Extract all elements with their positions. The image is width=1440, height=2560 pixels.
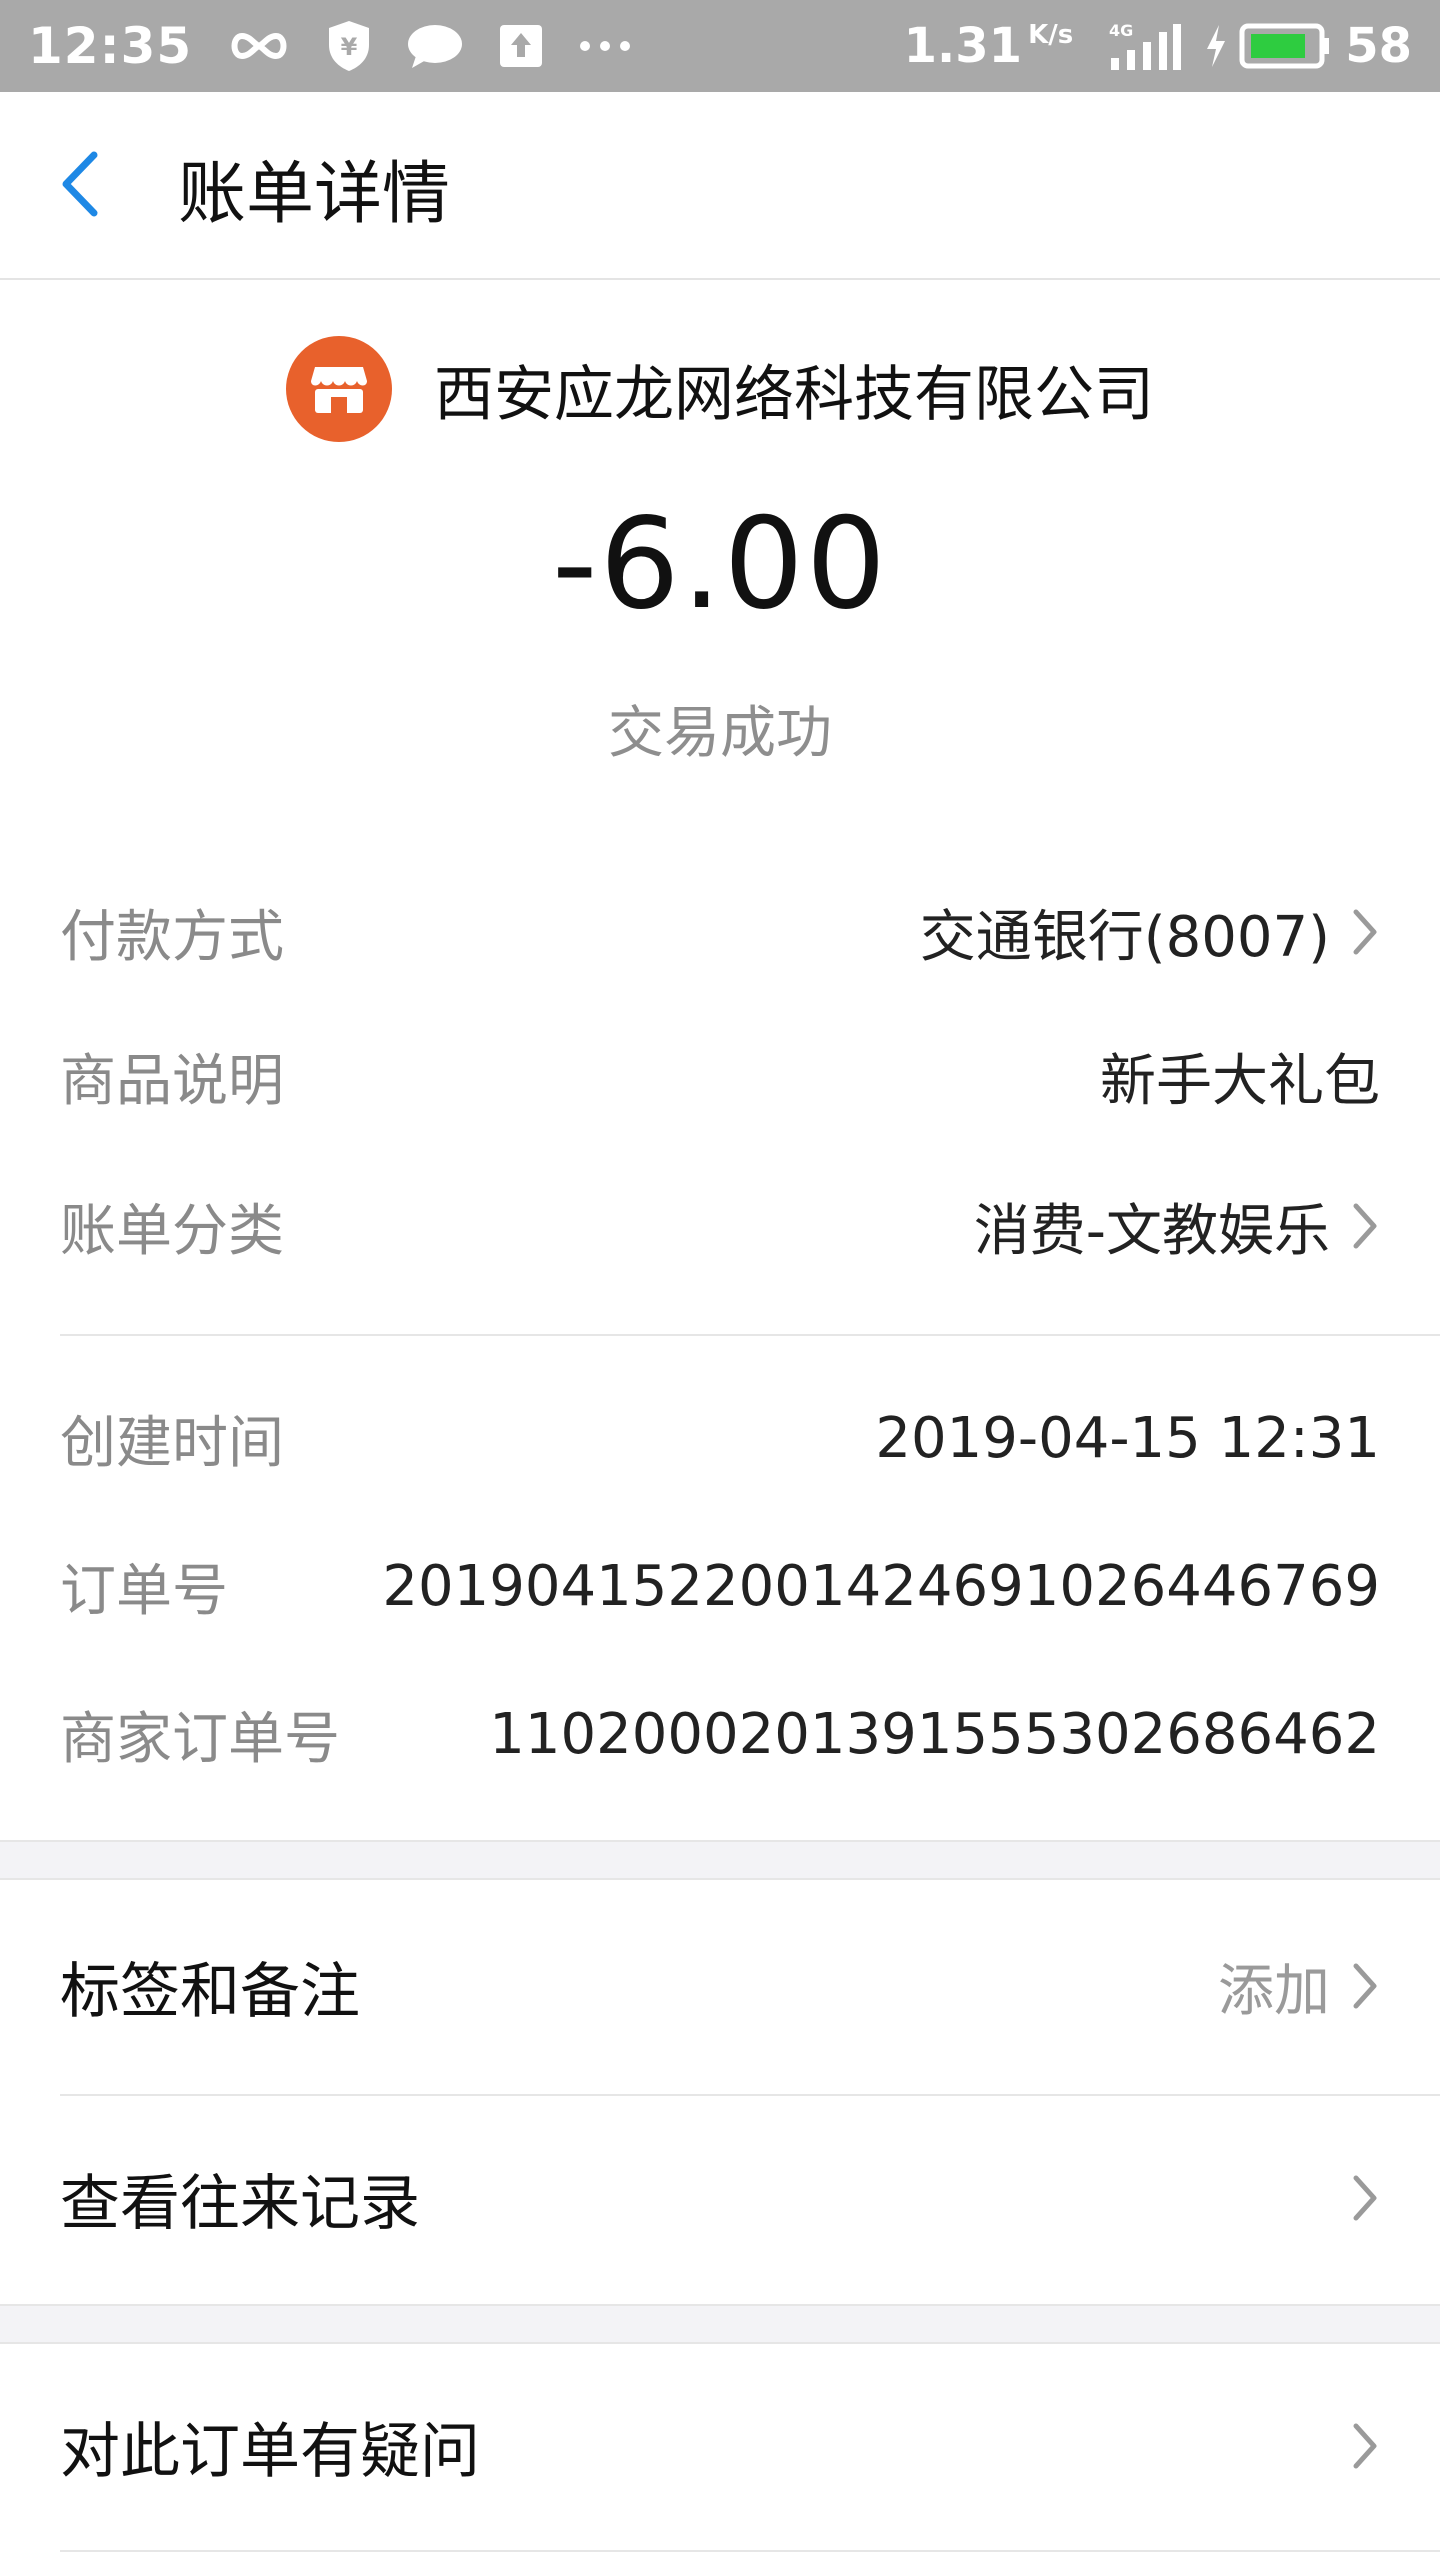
charging-icon: [1203, 23, 1229, 69]
view-history-row[interactable]: 查看往来记录: [60, 2148, 1380, 2248]
merchant-name: 西安应龙网络科技有限公司: [434, 359, 1154, 430]
network-speed: 1.31 K/s: [903, 18, 1074, 74]
chevron-right-icon: [1350, 2172, 1380, 2224]
store-icon: [311, 367, 367, 413]
app-header: 账单详情: [0, 92, 1440, 280]
detail-value: 1102000201391555302686462: [489, 1701, 1380, 1767]
merchant-order-number-row: 商家订单号 1102000201391555302686462: [60, 1694, 1380, 1774]
detail-label: 账单分类: [60, 1198, 284, 1264]
signal-icon: 4G: [1107, 20, 1183, 72]
detail-label: 订单号: [60, 1558, 228, 1624]
order-number-row: 订单号 2019041522001424691026446769: [60, 1546, 1380, 1626]
more-dots-icon: [578, 39, 632, 53]
divider: [60, 2094, 1440, 2096]
battery-icon: [1239, 23, 1331, 69]
chevron-left-icon: [62, 151, 98, 217]
section-gap: [0, 2304, 1440, 2344]
merchant-avatar: [286, 336, 392, 442]
detail-value: 2019-04-15 12:31: [875, 1405, 1380, 1471]
created-time-row: 创建时间 2019-04-15 12:31: [60, 1398, 1380, 1478]
chevron-right-icon: [1350, 2420, 1380, 2472]
section-gap: [0, 1840, 1440, 1880]
infinity-icon: [226, 26, 292, 66]
detail-value: 2019041522001424691026446769: [382, 1553, 1380, 1619]
status-time: 12:35: [28, 17, 193, 75]
chevron-right-icon: [1350, 1960, 1380, 2012]
merchant-row: 西安应龙网络科技有限公司: [0, 336, 1440, 442]
detail-label: 付款方式: [60, 904, 284, 970]
back-button[interactable]: [56, 144, 136, 224]
detail-label: 商品说明: [60, 1048, 284, 1114]
detail-label: 创建时间: [60, 1410, 284, 1476]
order-question-row[interactable]: 对此订单有疑问: [60, 2396, 1380, 2496]
detail-value: 交通银行(8007): [919, 904, 1330, 970]
bill-category-row[interactable]: 账单分类 消费-文教娱乐: [60, 1186, 1380, 1266]
detail-value: 消费-文教娱乐: [973, 1198, 1330, 1264]
battery-level: 58: [1345, 18, 1412, 74]
chevron-right-icon: [1350, 906, 1380, 958]
message-icon: [406, 22, 464, 70]
add-hint: 添加: [1218, 1958, 1330, 2024]
shield-yen-icon: ¥: [326, 19, 372, 73]
tags-notes-row[interactable]: 标签和备注 添加: [60, 1936, 1380, 2036]
action-label: 查看往来记录: [60, 2168, 420, 2239]
payment-method-row[interactable]: 付款方式 交通银行(8007): [60, 892, 1380, 972]
chevron-right-icon: [1350, 1200, 1380, 1252]
divider: [60, 2550, 1440, 2552]
network-type-label: 4G: [1109, 21, 1133, 40]
action-label: 对此订单有疑问: [60, 2416, 480, 2487]
product-description-row: 商品说明 新手大礼包: [60, 1036, 1380, 1116]
detail-label: 商家订单号: [60, 1706, 340, 1772]
upload-icon: [498, 23, 544, 69]
transaction-amount: -6.00: [551, 490, 888, 637]
status-bar: 12:35 ¥ 1.31 K/s 4G 58: [0, 0, 1440, 92]
detail-value: 新手大礼包: [1100, 1048, 1380, 1114]
page-title: 账单详情: [178, 155, 451, 234]
transaction-status: 交易成功: [608, 701, 832, 766]
action-label: 标签和备注: [60, 1956, 360, 2027]
svg-text:¥: ¥: [341, 33, 358, 61]
divider: [60, 1334, 1440, 1336]
